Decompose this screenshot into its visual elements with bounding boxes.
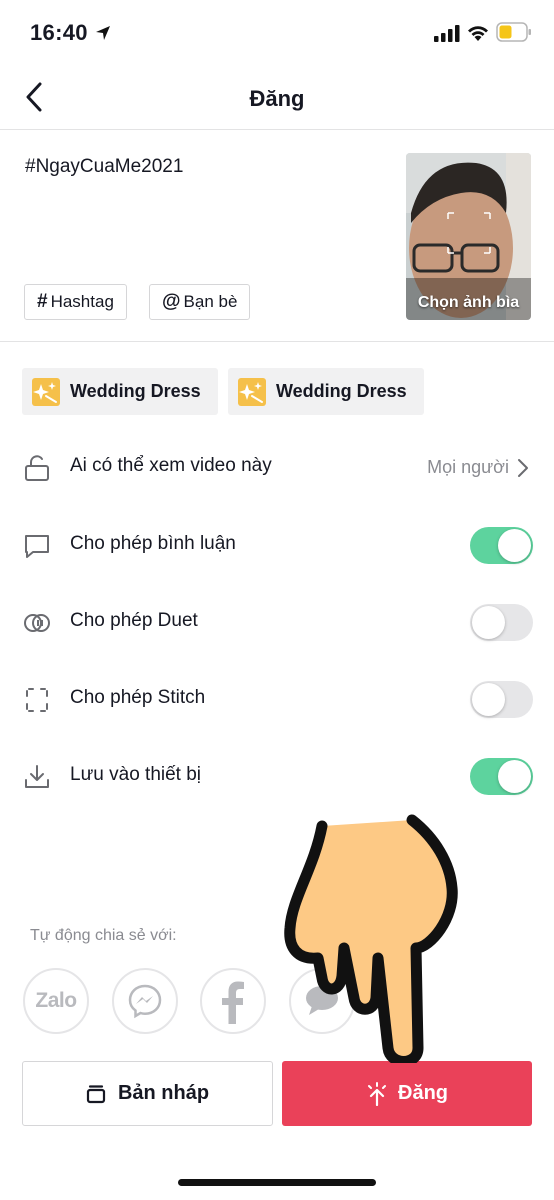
save-to-device-toggle[interactable] [470,758,533,795]
status-bar: 16:40 [0,0,554,66]
effect-label: Wedding Dress [276,381,407,401]
divider [0,341,554,342]
pointing-hand-icon [284,814,458,1063]
effect-tag[interactable]: Wedding Dress [22,368,218,415]
allow-stitch-label: Cho phép Stitch [70,687,206,708]
battery-icon [496,22,531,42]
messenger-icon [128,984,162,1019]
allow-duet-toggle[interactable] [470,604,533,641]
caption-input[interactable]: #NgayCuaMe2021 [25,156,183,178]
download-icon [25,765,49,788]
location-arrow-icon [96,26,110,40]
save-to-device-row: Lưu vào thiết bị [0,745,554,805]
allow-comments-label: Cho phép bình luận [70,533,236,554]
nav-bar: Đăng [0,66,554,130]
allow-comments-toggle[interactable] [470,527,533,564]
signal-icon [434,25,460,42]
post-button-label: Đăng [398,1082,448,1104]
home-indicator [178,1179,376,1186]
facebook-icon [222,981,244,1024]
comment-icon [25,535,49,558]
hash-icon: # [37,291,48,312]
save-draft-label: Bản nháp [117,1082,210,1104]
share-messenger-button[interactable] [112,968,178,1034]
save-to-device-label: Lưu vào thiết bị [70,764,202,785]
mention-friends-label: Bạn bè [183,292,238,311]
allow-comments-row: Cho phép bình luận [0,514,554,574]
drafts-icon [86,1084,106,1103]
privacy-value: Mọi người [427,457,509,477]
zalo-icon: Zalo [35,989,77,1012]
mention-friends-button[interactable]: @ Bạn bè [149,284,251,320]
at-sign-icon: @ [162,291,181,312]
status-time: 16:40 [30,20,88,45]
allow-duet-row: Cho phép Duet [0,591,554,651]
toggle-knob [472,606,505,639]
allow-stitch-row: Cho phép Stitch [0,668,554,728]
toggle-knob [472,683,505,716]
hashtag-button[interactable]: # Hashtag [24,284,127,320]
lock-icon [25,455,49,481]
duet-icon [24,614,50,632]
effect-tag[interactable]: Wedding Dress [228,368,424,415]
allow-stitch-toggle[interactable] [470,681,533,718]
choose-cover-label: Chọn ảnh bìa [417,294,520,311]
hashtag-button-label: Hashtag [50,292,114,311]
sparkle-star-icon [32,377,60,406]
share-facebook-button[interactable] [200,968,266,1034]
save-draft-button[interactable]: Bản nháp [22,1061,273,1126]
effect-label: Wedding Dress [70,381,201,401]
cover-thumbnail[interactable]: Chọn ảnh bìa [406,153,531,320]
wifi-icon [468,26,488,41]
chevron-right-icon [518,459,528,477]
page-title: Đăng [249,86,305,111]
post-button[interactable]: Đăng [282,1061,532,1126]
toggle-knob [498,760,531,793]
allow-duet-label: Cho phép Duet [70,610,198,631]
share-zalo-button[interactable]: Zalo [23,968,89,1034]
sparkle-star-icon [238,377,266,406]
stitch-icon [26,688,48,712]
toggle-knob [498,529,531,562]
privacy-label: Ai có thể xem video này [70,455,272,476]
privacy-row[interactable]: Ai có thể xem video này Mọi người [0,436,554,496]
post-sparkle-icon [368,1081,386,1106]
auto-share-label: Tự động chia sẻ với: [30,927,177,944]
